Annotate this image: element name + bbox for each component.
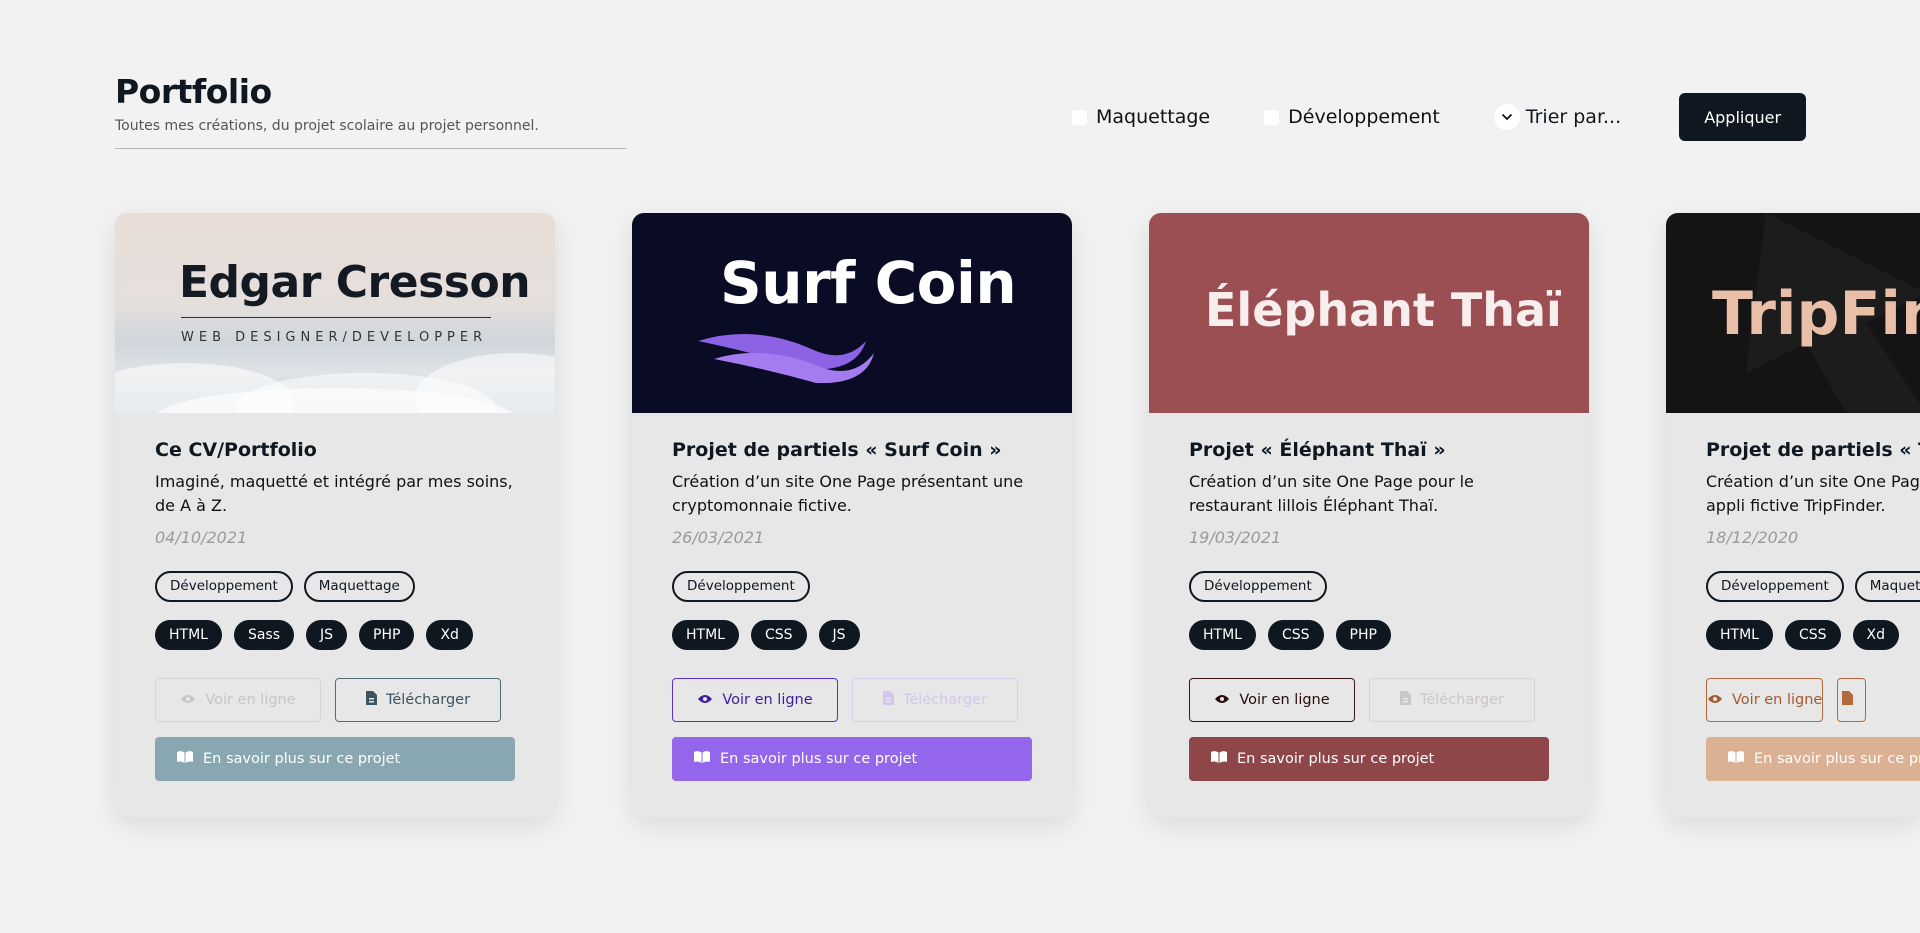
filter-developpement-label: Développement — [1288, 106, 1440, 128]
project-image: Éléphant Thaï — [1149, 213, 1589, 413]
eye-icon — [1214, 692, 1230, 708]
view-online-button[interactable]: Voir en ligne — [155, 678, 321, 722]
chevron-down-icon — [1493, 104, 1520, 130]
maquettage-checkbox[interactable] — [1072, 109, 1087, 125]
view-online-button[interactable]: Voir en ligne — [1706, 678, 1824, 722]
project-date: 18/12/2020 — [1706, 528, 1799, 547]
file-icon — [1399, 691, 1411, 709]
learn-more-label: En savoir plus sur ce projet — [1237, 751, 1435, 767]
sort-dropdown[interactable]: Trier par... — [1493, 104, 1622, 130]
tech-badge: PHP — [359, 620, 415, 650]
file-icon — [882, 691, 894, 709]
image-title: Éléphant Thaï — [1205, 283, 1562, 337]
download-label: Télécharger — [1419, 692, 1505, 708]
project-title: Projet de partiels « Trip — [1706, 439, 1920, 461]
page-header: Portfolio Toutes mes créations, du proje… — [115, 72, 627, 149]
view-online-button[interactable]: Voir en ligne — [1189, 678, 1355, 722]
tech-badge: Xd — [426, 620, 473, 650]
sort-label: Trier par... — [1525, 106, 1622, 128]
tech-badge: JS — [306, 620, 348, 650]
tech-badge: Xd — [1852, 620, 1900, 650]
category-tag: Maquet — [1854, 571, 1920, 602]
book-icon — [1728, 751, 1744, 767]
project-date: 26/03/2021 — [672, 528, 765, 547]
download-label: Télécharger — [902, 692, 988, 708]
filter-developpement[interactable]: Développement — [1264, 106, 1440, 128]
learn-more-label: En savoir plus sur ce projet — [720, 751, 918, 767]
tech-badge: HTML — [1706, 620, 1773, 650]
view-online-button[interactable]: Voir en ligne — [672, 678, 838, 722]
category-tag: Développement — [1706, 571, 1844, 602]
book-icon — [177, 751, 193, 767]
project-description: Création d’un site One Page présentant u… — [672, 472, 1024, 515]
filter-maquettage[interactable]: Maquettage — [1072, 106, 1210, 128]
apply-button[interactable]: Appliquer — [1679, 93, 1807, 141]
book-icon — [694, 751, 710, 767]
filter-maquettage-label: Maquettage — [1096, 106, 1211, 128]
download-button[interactable]: Télécharger — [335, 678, 501, 722]
page-subtitle: Toutes mes créations, du projet scolaire… — [115, 118, 539, 134]
image-title: Surf Coin — [720, 249, 1017, 317]
tech-badge: PHP — [1335, 620, 1391, 650]
project-title: Projet « Éléphant Thaï » — [1189, 439, 1446, 461]
project-card: Edgar Cresson WEB DESIGNER/DEVELOPPER Ce… — [115, 213, 555, 817]
learn-more-button[interactable]: En savoir plus sur ce projet — [672, 737, 1032, 781]
project-image: Surf Coin — [632, 213, 1072, 413]
download-label: Télécharger — [385, 692, 471, 708]
image-title: Edgar Cresson — [179, 257, 531, 308]
file-icon — [365, 691, 377, 709]
project-image: Edgar Cresson WEB DESIGNER/DEVELOPPER — [115, 213, 555, 413]
wave-logo — [698, 333, 874, 383]
tech-badge: JS — [818, 620, 860, 650]
project-description: Création d’un site One Page pour le rest… — [1189, 472, 1474, 515]
learn-more-button[interactable]: En savoir plus sur ce proje — [1706, 737, 1920, 781]
file-icon — [1841, 691, 1853, 709]
view-online-label: Voir en ligne — [205, 692, 296, 708]
page-title: Portfolio — [115, 72, 272, 111]
project-image: TripFin — [1666, 213, 1920, 413]
learn-more-button[interactable]: En savoir plus sur ce projet — [155, 737, 515, 781]
filter-bar: Maquettage Développement Trier par... Ap… — [1072, 93, 1807, 141]
tech-badge: CSS — [750, 620, 807, 650]
learn-more-label: En savoir plus sur ce proje — [1754, 751, 1920, 767]
project-card: Éléphant Thaï Projet « Éléphant Thaï » C… — [1149, 213, 1589, 817]
eye-icon — [1707, 692, 1723, 708]
download-button[interactable] — [1837, 678, 1866, 722]
project-date: 19/03/2021 — [1189, 528, 1282, 547]
view-online-label: Voir en ligne — [1239, 692, 1330, 708]
category-tag: Développement — [672, 571, 810, 602]
developpement-checkbox[interactable] — [1264, 109, 1280, 125]
project-title: Projet de partiels « Surf Coin » — [672, 439, 1002, 461]
tech-badge: CSS — [1267, 620, 1324, 650]
category-tag: Maquettage — [303, 571, 415, 602]
learn-more-button[interactable]: En savoir plus sur ce projet — [1189, 737, 1549, 781]
tech-badge: CSS — [1784, 620, 1841, 650]
image-title: TripFin — [1712, 279, 1920, 349]
image-subtitle: WEB DESIGNER/DEVELOPPER — [181, 330, 488, 345]
tech-badge: HTML — [672, 620, 739, 650]
tech-badge: HTML — [155, 620, 222, 650]
view-online-label: Voir en ligne — [1732, 692, 1823, 708]
divider — [181, 317, 491, 318]
project-date: 04/10/2021 — [155, 528, 248, 547]
download-button[interactable]: Télécharger — [852, 678, 1018, 722]
project-card: Surf Coin Projet de partiels « Surf Coin… — [632, 213, 1072, 817]
eye-icon — [180, 692, 196, 708]
book-icon — [1211, 751, 1227, 767]
category-tag: Développement — [155, 571, 293, 602]
category-tag: Développement — [1189, 571, 1327, 602]
view-online-label: Voir en ligne — [722, 692, 813, 708]
tech-badge: Sass — [233, 620, 295, 650]
eye-icon — [697, 692, 713, 708]
project-description: Imaginé, maquetté et intégré par mes soi… — [155, 472, 513, 515]
learn-more-label: En savoir plus sur ce projet — [203, 751, 401, 767]
project-card: TripFin Projet de partiels « Trip Créati… — [1666, 213, 1920, 817]
project-description: Création d’un site One Page appli fictiv… — [1706, 472, 1920, 515]
download-button[interactable]: Télécharger — [1369, 678, 1535, 722]
tech-badge: HTML — [1189, 620, 1256, 650]
project-title: Ce CV/Portfolio — [155, 439, 317, 461]
